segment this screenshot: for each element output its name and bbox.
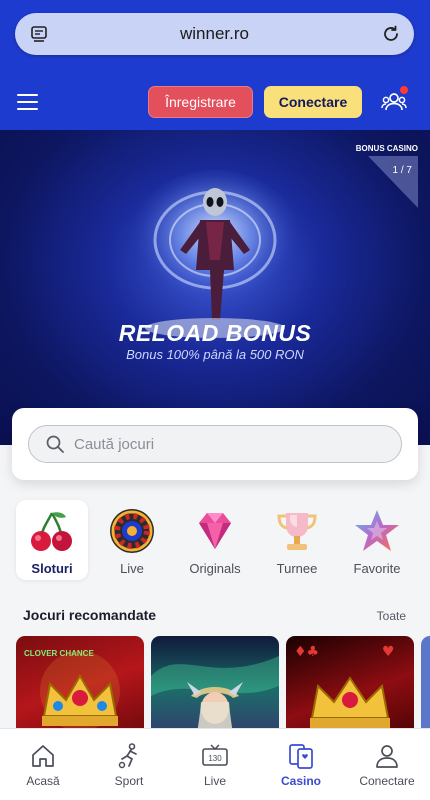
search-input[interactable]: Caută jocuri [28, 425, 402, 463]
nav-conectare[interactable]: Conectare [344, 729, 430, 800]
diamond-icon [199, 513, 231, 549]
game-tile[interactable]: ♦♣ ♥ [286, 636, 414, 736]
svg-text:♥: ♥ [382, 644, 395, 660]
royal-game-art: ♦♣ ♥ [294, 644, 395, 728]
cherries-icon [31, 512, 72, 551]
bottom-navigation: Acasă Sport 130 Live Casino Conectare [0, 728, 430, 800]
nav-casino[interactable]: Casino [258, 729, 344, 800]
section-title: Jocuri recomandate [23, 607, 157, 623]
nav-label: Casino [280, 774, 321, 788]
recommended-games: CLOVER CHANCE ♦♣ ♥ [16, 636, 430, 736]
live-count: 130 [208, 754, 222, 763]
see-all-link[interactable]: Toate [377, 609, 406, 623]
valkyrie-game-art [151, 656, 279, 736]
login-button[interactable]: Conectare [264, 86, 362, 118]
casino-cards-icon [289, 744, 313, 769]
tab-turnee[interactable]: Turnee [261, 500, 333, 580]
search-icon [46, 435, 64, 453]
nav-sport[interactable]: Sport [86, 729, 172, 800]
game-tile[interactable] [151, 636, 279, 736]
crown-game-art: CLOVER CHANCE [24, 649, 120, 731]
tab-label: Sloturi [31, 561, 73, 576]
notification-dot [400, 86, 408, 94]
tab-label: Favorite [353, 561, 401, 576]
url-text: winner.ro [180, 24, 249, 43]
banner-tag: BONUS CASINO [355, 144, 418, 153]
promo-banner[interactable]: RELOAD BONUS Bonus 100% până la 500 RON … [0, 130, 430, 445]
nav-label: Conectare [359, 774, 415, 788]
tab-label: Turnee [276, 561, 318, 576]
nav-label: Live [203, 774, 226, 788]
svg-text:♦♣: ♦♣ [294, 644, 319, 660]
soccer-player-icon [118, 743, 137, 769]
nav-label: Sport [114, 774, 144, 788]
roulette-icon [110, 509, 154, 553]
nav-acasa[interactable]: Acasă [0, 729, 86, 800]
user-icon [376, 745, 398, 768]
site-header: Înregistrare Conectare [0, 75, 430, 130]
tab-originals[interactable]: Originals [179, 500, 251, 580]
tab-favorite[interactable]: Favorite [341, 500, 413, 580]
tv-live-icon: 130 [202, 744, 228, 766]
page-settings-icon[interactable] [29, 24, 49, 44]
address-bar[interactable]: winner.ro [15, 13, 414, 55]
tab-live[interactable]: Live [96, 500, 168, 580]
trophy-icon [277, 513, 317, 550]
tab-label: Live [120, 561, 144, 576]
register-button[interactable]: Înregistrare [148, 86, 253, 118]
banner-counter-corner [368, 156, 418, 208]
star-icon [355, 510, 399, 551]
banner-subtitle: Bonus 100% până la 500 RON [126, 347, 304, 362]
category-tabs: Sloturi Live Originals Turnee Favorite [0, 498, 430, 582]
game-tile[interactable]: CLOVER CHANCE [16, 636, 144, 736]
tab-label: Originals [189, 561, 241, 576]
home-icon [32, 745, 54, 767]
game-tile[interactable] [421, 636, 430, 736]
search-placeholder: Caută jocuri [74, 435, 155, 453]
alien-illustration [130, 170, 300, 338]
browser-toolbar: winner.ro [0, 0, 430, 75]
search-card: Caută jocuri [12, 408, 418, 480]
banner-counter: 1 / 7 [392, 165, 412, 176]
nav-label: Acasă [26, 774, 60, 788]
nav-live[interactable]: 130 Live [172, 729, 258, 800]
menu-icon[interactable] [17, 94, 38, 110]
banner-title: RELOAD BONUS [118, 320, 312, 346]
tab-sloturi[interactable]: Sloturi [16, 500, 88, 580]
reload-icon[interactable] [380, 23, 402, 45]
